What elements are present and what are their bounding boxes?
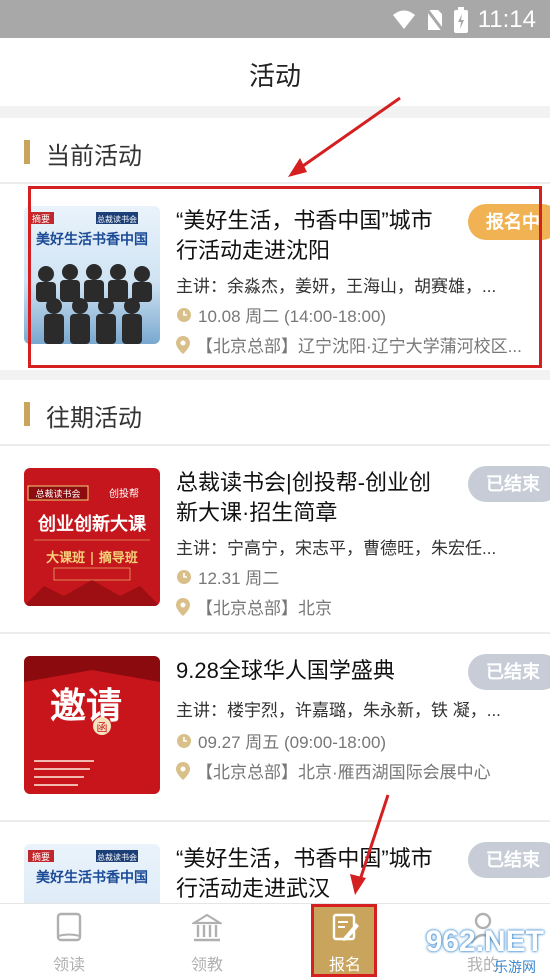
annotation-arrows bbox=[288, 96, 401, 895]
watermark-subtext: 乐游网 bbox=[494, 959, 536, 975]
annotation-arrow-line bbox=[358, 794, 390, 881]
annotation-arrowhead bbox=[288, 158, 307, 177]
watermark-logo: 962.NET bbox=[425, 925, 544, 958]
annotation-arrow-line bbox=[299, 96, 401, 170]
annotation-arrowhead bbox=[350, 874, 366, 895]
